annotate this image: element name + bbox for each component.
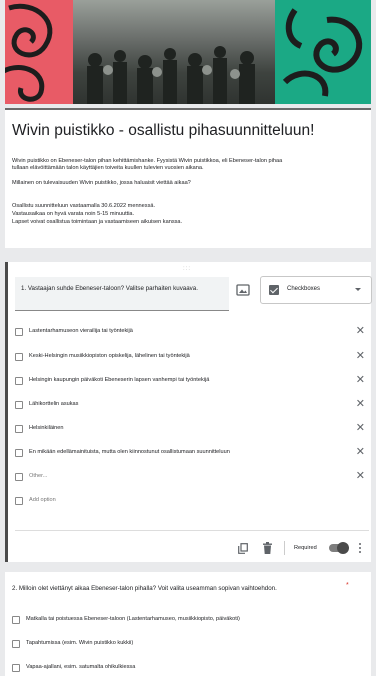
required-asterisk: * — [346, 582, 349, 589]
footer-separator — [284, 541, 285, 555]
toggle-knob — [337, 542, 349, 554]
form-editor-page: Wivin puistikko - osallistu pihasuunnitt… — [0, 0, 376, 676]
option-label[interactable]: Helsingin kaupungin päiväkoti Ebeneserin… — [29, 377, 209, 383]
required-toggle[interactable] — [329, 542, 349, 554]
form-description-line: Osallistu suunnitteluun vastaamalla 30.6… — [12, 203, 156, 209]
option-label[interactable]: Lähikorttelin asukas — [29, 401, 78, 407]
close-icon[interactable]: ✕ — [356, 446, 365, 458]
delete-icon[interactable] — [263, 542, 272, 554]
option-label[interactable]: Keski-Helsingin musiikkiopiston opiskeli… — [29, 353, 190, 359]
close-icon[interactable]: ✕ — [356, 422, 365, 434]
checkbox[interactable] — [15, 473, 23, 481]
option-label[interactable]: Vapaa-ajallani, esim. satumalta ohikulki… — [26, 664, 135, 670]
close-icon[interactable]: ✕ — [356, 350, 365, 362]
form-description-line: tullaan elävöittämään talon käyttäjien t… — [12, 165, 204, 171]
form-description-line: Lapset voivat osallistua toimintaan ja v… — [12, 219, 183, 225]
checkbox[interactable] — [15, 377, 23, 385]
question-title-text: 1. Vastaajan suhde Ebeneser-taloon? Vali… — [21, 285, 198, 292]
list-item[interactable]: Vapaa-ajallani, esim. satumalta ohikulki… — [12, 662, 364, 676]
option-label[interactable]: Tapahtumissa (esim. Wivin puistikko kukk… — [26, 640, 133, 646]
checkbox — [15, 497, 23, 505]
checkbox[interactable] — [15, 401, 23, 409]
checkbox[interactable] — [15, 328, 23, 336]
form-title[interactable]: Wivin puistikko - osallistu pihasuunnitt… — [12, 122, 314, 140]
form-description-line: Millainen on tulevaisuuden Wivin puistik… — [12, 180, 191, 186]
close-icon[interactable]: ✕ — [356, 470, 365, 482]
duplicate-icon[interactable] — [238, 543, 248, 554]
banner-green-pattern — [275, 0, 371, 104]
more-vert-icon[interactable] — [359, 543, 362, 555]
list-item[interactable]: Helsingin kaupungin päiväkoti Ebeneserin… — [15, 374, 367, 389]
list-item[interactable]: Lastentarhamuseon vierailija tai työntek… — [15, 325, 367, 340]
close-icon[interactable]: ✕ — [356, 398, 365, 410]
option-label[interactable]: Lastentarhamuseon vierailija tai työntek… — [29, 328, 133, 334]
list-item[interactable]: En mikään edellämainituista, mutta olen … — [15, 446, 367, 461]
image-icon[interactable] — [236, 284, 250, 296]
question-title-input[interactable]: 1. Vastaajan suhde Ebeneser-taloon? Vali… — [15, 277, 229, 311]
drag-handle[interactable]: ::: — [183, 266, 191, 272]
list-item[interactable]: Matkalla tai poistuessa Ebeneser-taloon … — [12, 614, 364, 628]
checkbox-type-icon — [269, 285, 279, 295]
add-option-button[interactable]: Add option — [29, 497, 56, 503]
header-banner-image — [5, 0, 371, 104]
list-item[interactable]: Tapahtumissa (esim. Wivin puistikko kukk… — [12, 638, 364, 652]
close-icon[interactable]: ✕ — [356, 325, 365, 337]
checkbox[interactable] — [12, 616, 20, 624]
list-item[interactable]: Lähikorttelin asukas ✕ — [15, 398, 367, 413]
checkbox[interactable] — [15, 425, 23, 433]
option-label[interactable]: En mikään edellämainituista, mutta olen … — [29, 449, 230, 455]
option-label[interactable]: Matkalla tai poistuessa Ebeneser-taloon … — [26, 616, 240, 622]
question-type-dropdown[interactable]: Checkboxes — [260, 276, 372, 304]
question-card-1[interactable]: ::: 1. Vastaajan suhde Ebeneser-taloon? … — [5, 262, 372, 562]
close-icon[interactable]: ✕ — [356, 374, 365, 386]
checkbox[interactable] — [15, 353, 23, 361]
question-title-text: 2. Milloin olet viettänyt aikaa Ebeneser… — [12, 585, 277, 592]
question-type-label: Checkboxes — [287, 286, 321, 292]
form-title-card[interactable]: Wivin puistikko - osallistu pihasuunnitt… — [5, 108, 371, 248]
dropdown-caret-icon — [355, 288, 361, 291]
form-description-line: Vastausaikaa on hyvä varata noin 5-15 mi… — [12, 211, 135, 217]
other-option[interactable]: Other... ✕ — [15, 470, 367, 485]
list-item[interactable]: Keski-Helsingin musiikkiopiston opiskeli… — [15, 350, 367, 365]
list-item[interactable]: Helsinkiläinen ✕ — [15, 422, 367, 437]
other-option-label[interactable]: Other... — [29, 473, 47, 479]
checkbox[interactable] — [12, 664, 20, 672]
card-footer-divider — [15, 530, 369, 531]
option-label[interactable]: Helsinkiläinen — [29, 425, 64, 431]
add-option-row[interactable]: Add option — [15, 495, 367, 509]
banner-pink-pattern — [5, 0, 73, 104]
checkbox[interactable] — [12, 640, 20, 648]
banner-people-silhouettes — [87, 46, 255, 104]
required-label: Required — [294, 545, 317, 551]
checkbox[interactable] — [15, 449, 23, 457]
question-card-2[interactable]: 2. Milloin olet viettänyt aikaa Ebeneser… — [5, 572, 371, 676]
